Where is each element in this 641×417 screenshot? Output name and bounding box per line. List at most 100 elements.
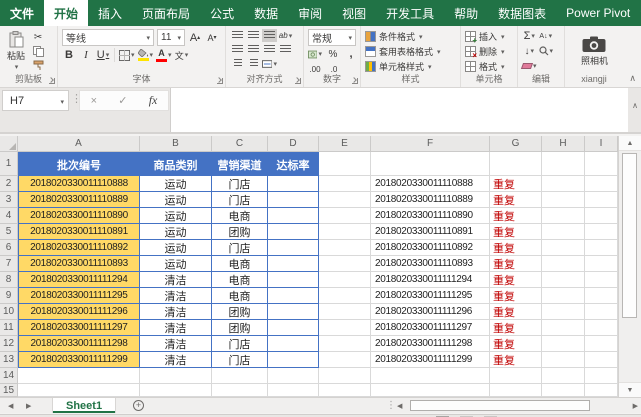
cell-F9[interactable]: 2018020330011111295 <box>371 288 490 304</box>
cell-A10[interactable]: 2018020330011111296 <box>18 304 140 320</box>
decrease-indent-button[interactable] <box>230 57 245 70</box>
cell-C13[interactable]: 门店 <box>212 352 268 368</box>
formula-input[interactable] <box>170 88 628 132</box>
cell-D5[interactable] <box>268 224 319 240</box>
cell-I10[interactable] <box>585 304 618 320</box>
borders-button[interactable] <box>119 48 135 62</box>
row-header-4[interactable]: 4 <box>0 208 18 224</box>
format-cells-button[interactable]: 格式 <box>465 59 514 73</box>
row-header-6[interactable]: 6 <box>0 240 18 256</box>
autosum-button[interactable]: Σ <box>522 29 537 43</box>
vertical-scrollbar[interactable]: ▲ ▼ <box>618 136 641 397</box>
cell-D1[interactable]: 达标率 <box>268 152 319 176</box>
cell-C1[interactable]: 营销渠道 <box>212 152 268 176</box>
horizontal-scroll-thumb[interactable] <box>410 400 590 411</box>
cell-E13[interactable] <box>319 352 371 368</box>
row-header-14[interactable]: 14 <box>0 368 18 384</box>
cell-D13[interactable] <box>268 352 319 368</box>
cell-G10[interactable]: 重复 <box>490 304 542 320</box>
cell-I3[interactable] <box>585 192 618 208</box>
cell-C8[interactable]: 电商 <box>212 272 268 288</box>
paste-button[interactable]: 粘贴 <box>4 29 28 73</box>
cell-H14[interactable] <box>542 368 585 384</box>
sheet-tab-sheet1[interactable]: Sheet1 <box>52 398 116 413</box>
italic-button[interactable]: I <box>79 48 93 62</box>
cell-C2[interactable]: 门店 <box>212 176 268 192</box>
cell-H12[interactable] <box>542 336 585 352</box>
cell-B14[interactable] <box>140 368 212 384</box>
cell-G5[interactable]: 重复 <box>490 224 542 240</box>
cell-A11[interactable]: 2018020330011111297 <box>18 320 140 336</box>
cell-B1[interactable]: 商品类别 <box>140 152 212 176</box>
select-all-corner[interactable] <box>0 136 18 152</box>
cell-C7[interactable]: 电商 <box>212 256 268 272</box>
cell-H1[interactable] <box>542 152 585 176</box>
cell-F7[interactable]: 2018020330011110893 <box>371 256 490 272</box>
cell-A13[interactable]: 2018020330011111299 <box>18 352 140 368</box>
cell-E10[interactable] <box>319 304 371 320</box>
cell-I4[interactable] <box>585 208 618 224</box>
cell-B3[interactable]: 运动 <box>140 192 212 208</box>
row-header-10[interactable]: 10 <box>0 304 18 320</box>
wrap-text-button[interactable] <box>278 43 293 56</box>
cell-D2[interactable] <box>268 176 319 192</box>
scroll-up-icon[interactable]: ▲ <box>619 136 641 151</box>
insert-cells-button[interactable]: 插入 <box>465 29 514 43</box>
cell-A14[interactable] <box>18 368 140 384</box>
cell-H10[interactable] <box>542 304 585 320</box>
cell-D9[interactable] <box>268 288 319 304</box>
tab-视图[interactable]: 视图 <box>332 0 376 26</box>
merge-center-button[interactable] <box>262 57 277 70</box>
row-header-11[interactable]: 11 <box>0 320 18 336</box>
align-center-button[interactable] <box>246 43 261 56</box>
increase-decimal-button[interactable]: .00 <box>308 62 322 73</box>
cell-F13[interactable]: 2018020330011111299 <box>371 352 490 368</box>
cell-E15[interactable] <box>319 384 371 397</box>
cell-F15[interactable] <box>371 384 490 397</box>
row-header-7[interactable]: 7 <box>0 256 18 272</box>
tab-数据[interactable]: 数据 <box>244 0 288 26</box>
cell-F11[interactable]: 2018020330011111297 <box>371 320 490 336</box>
cell-A9[interactable]: 2018020330011111295 <box>18 288 140 304</box>
cell-A15[interactable] <box>18 384 140 397</box>
row-header-8[interactable]: 8 <box>0 272 18 288</box>
col-header-E[interactable]: E <box>319 136 371 152</box>
cell-E2[interactable] <box>319 176 371 192</box>
cell-E9[interactable] <box>319 288 371 304</box>
col-header-G[interactable]: G <box>490 136 542 152</box>
align-left-button[interactable] <box>230 43 245 56</box>
expand-formula-bar-icon[interactable]: ∧ <box>632 101 638 110</box>
conditional-formatting-button[interactable]: 条件格式 <box>365 29 457 43</box>
collapse-ribbon-icon[interactable]: ∧ <box>629 73 636 84</box>
cell-E8[interactable] <box>319 272 371 288</box>
sort-filter-button[interactable]: A↓ <box>539 29 554 43</box>
cell-E7[interactable] <box>319 256 371 272</box>
name-box[interactable]: H7 <box>2 90 69 111</box>
cell-C4[interactable]: 电商 <box>212 208 268 224</box>
col-header-F[interactable]: F <box>371 136 490 152</box>
cell-H5[interactable] <box>542 224 585 240</box>
tab-数据图表[interactable]: 数据图表 <box>488 0 556 26</box>
cell-D14[interactable] <box>268 368 319 384</box>
cell-F6[interactable]: 2018020330011110892 <box>371 240 490 256</box>
cell-G1[interactable] <box>490 152 542 176</box>
cell-B15[interactable] <box>140 384 212 397</box>
cell-B8[interactable]: 清洁 <box>140 272 212 288</box>
cell-G4[interactable]: 重复 <box>490 208 542 224</box>
cell-H2[interactable] <box>542 176 585 192</box>
underline-button[interactable]: U <box>96 48 110 62</box>
delete-cells-button[interactable]: 删除 <box>465 44 514 58</box>
cell-D15[interactable] <box>268 384 319 397</box>
align-right-button[interactable] <box>262 43 277 56</box>
tab-插入[interactable]: 插入 <box>88 0 132 26</box>
cell-C9[interactable]: 电商 <box>212 288 268 304</box>
shrink-font-button[interactable]: A▾ <box>205 31 219 45</box>
cell-G14[interactable] <box>490 368 542 384</box>
cell-G15[interactable] <box>490 384 542 397</box>
alignment-dialog-launcher[interactable] <box>295 78 301 84</box>
cell-D4[interactable] <box>268 208 319 224</box>
row-header-2[interactable]: 2 <box>0 176 18 192</box>
fill-color-button[interactable] <box>138 48 154 62</box>
cell-F3[interactable]: 2018020330011110889 <box>371 192 490 208</box>
align-top-button[interactable] <box>230 29 245 42</box>
